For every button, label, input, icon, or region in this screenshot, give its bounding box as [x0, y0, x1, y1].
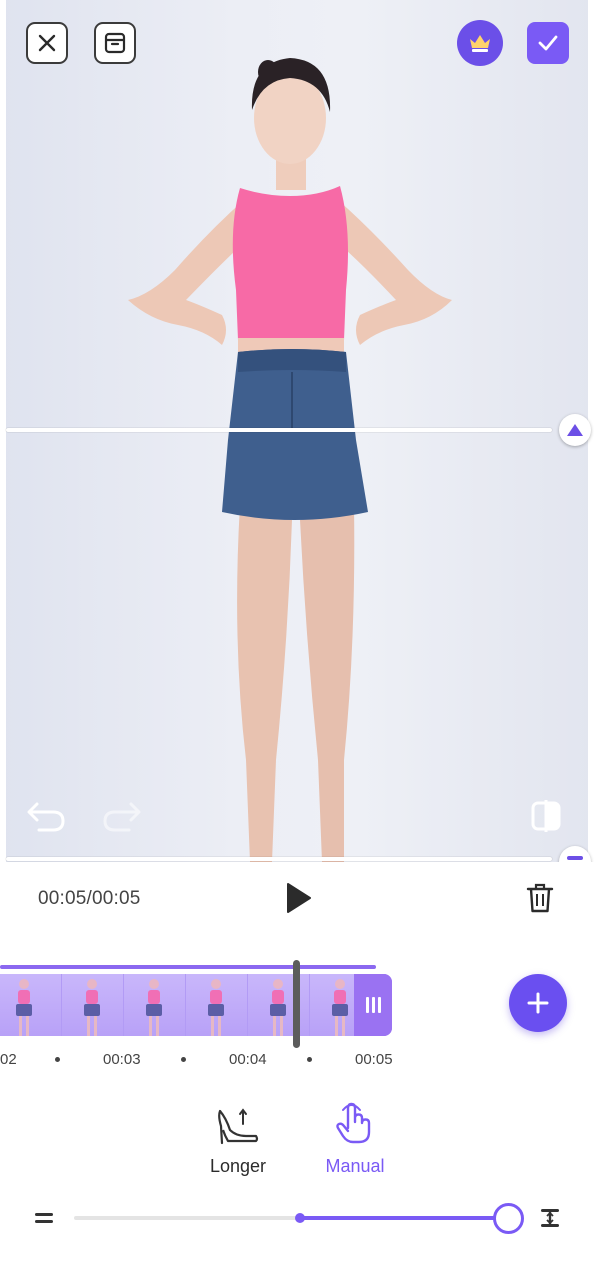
timeline-playhead[interactable]	[293, 960, 300, 1048]
stretch-slider-knob[interactable]	[493, 1203, 524, 1234]
clip-thumbnail	[186, 974, 248, 1036]
redo-button[interactable]	[100, 796, 144, 836]
trash-icon	[526, 883, 554, 913]
compare-button[interactable]	[526, 796, 570, 836]
high-heel-icon	[218, 1108, 259, 1145]
crown-icon	[470, 35, 490, 52]
mode-manual-label: Manual	[325, 1156, 385, 1176]
delete-button[interactable]	[522, 878, 558, 918]
ruler-dot	[307, 1057, 312, 1062]
redo-icon	[103, 802, 141, 832]
ruler-dot	[55, 1057, 60, 1062]
stretch-slider-fill	[299, 1216, 508, 1220]
stretch-slider-start-dot	[294, 1213, 305, 1223]
archive-icon	[104, 32, 126, 54]
undo-icon	[27, 802, 65, 832]
close-icon	[38, 34, 56, 52]
range-bottom-line	[6, 857, 552, 861]
video-editor-screen: 00:05/00:05 02 00:03 00:04 00:05 Longer	[0, 0, 594, 1280]
mode-longer[interactable]: Longer	[193, 1098, 283, 1177]
compare-icon	[531, 800, 561, 832]
plus-icon	[527, 992, 549, 1014]
slider-max-button[interactable]	[538, 1206, 562, 1230]
close-button[interactable]	[26, 22, 68, 64]
time-display: 00:05/00:05	[38, 888, 141, 909]
stretch-icon	[541, 1209, 559, 1227]
range-top-line	[6, 428, 552, 432]
clip-trim-handle[interactable]	[354, 974, 392, 1036]
mode-manual[interactable]: Manual	[310, 1098, 400, 1177]
ruler-tick-label: 00:05	[355, 1051, 393, 1068]
ruler-tick-label: 00:04	[229, 1051, 267, 1068]
undo-button[interactable]	[24, 796, 68, 836]
triangle-up-icon	[567, 424, 583, 436]
slider-min-button[interactable]	[32, 1206, 56, 1230]
play-button[interactable]	[278, 878, 318, 918]
clip-thumbnail	[248, 974, 310, 1036]
clip-thumbnail	[124, 974, 186, 1036]
ruler-tick-label: 02	[0, 1051, 17, 1068]
mode-longer-label: Longer	[209, 1156, 267, 1176]
video-preview[interactable]	[0, 0, 594, 862]
play-icon	[287, 883, 311, 913]
timeline-track-bar	[0, 965, 376, 969]
premium-button[interactable]	[457, 20, 503, 66]
check-icon	[538, 35, 558, 51]
compress-icon	[35, 1213, 53, 1223]
timeline-clip-strip[interactable]	[0, 974, 392, 1036]
confirm-button[interactable]	[527, 22, 569, 64]
ruler-tick-label: 00:03	[103, 1051, 141, 1068]
range-top-handle[interactable]	[559, 414, 591, 446]
hand-pointer-icon	[336, 1102, 371, 1144]
triangle-down-icon	[567, 856, 583, 860]
archive-button[interactable]	[94, 22, 136, 64]
ruler-dot	[181, 1057, 186, 1062]
clip-thumbnail	[0, 974, 62, 1036]
add-clip-button[interactable]	[509, 974, 567, 1032]
clip-thumbnail	[62, 974, 124, 1036]
